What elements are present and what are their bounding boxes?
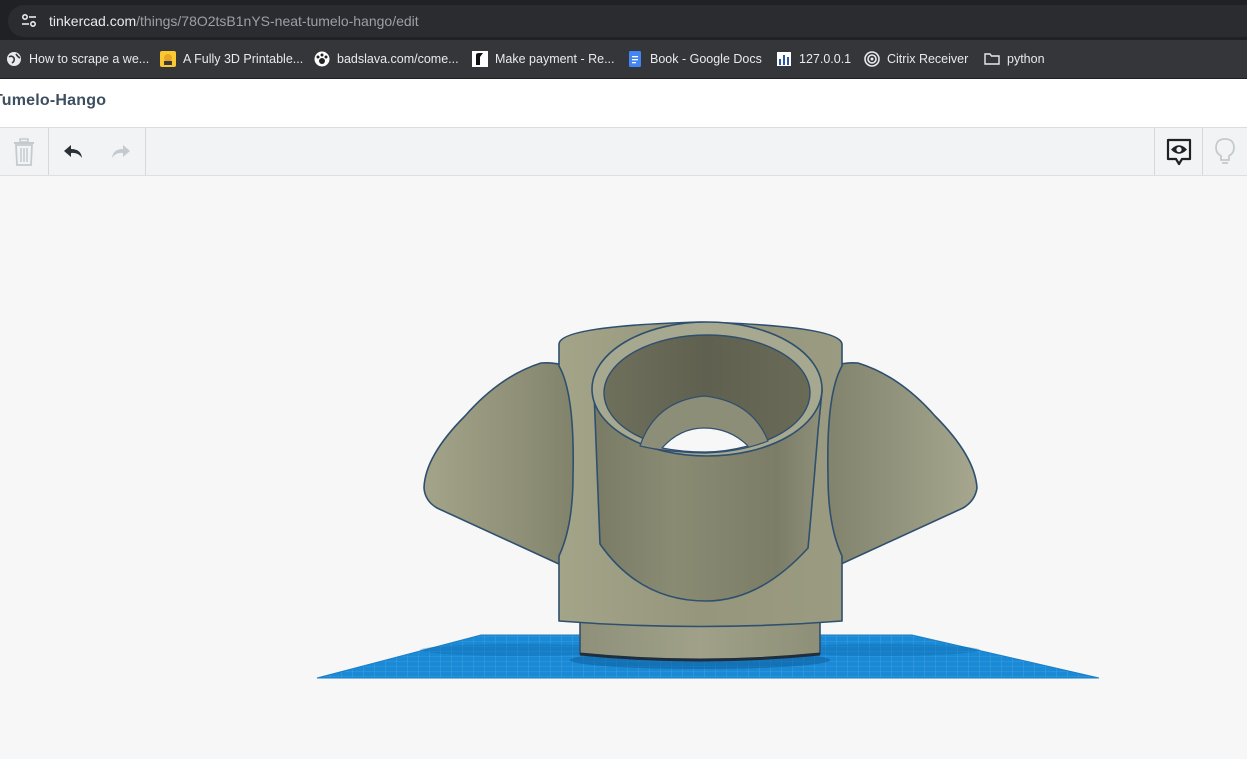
url-host: tinkercad.com — [49, 13, 137, 29]
bookmark-item[interactable]: badslava.com/come... — [314, 48, 459, 70]
bookmark-label: python — [1007, 52, 1045, 66]
receipt-icon — [472, 51, 488, 67]
google-docs-icon — [629, 51, 641, 67]
eye-speech-icon — [1166, 138, 1191, 165]
bookmark-item[interactable]: A Fully 3D Printable... — [160, 48, 303, 70]
globe-icon — [7, 52, 21, 66]
bookmark-item[interactable]: Citrix Receiver — [864, 48, 968, 70]
design-title[interactable]: Tumelo-Hango — [0, 92, 106, 110]
bookmark-label: A Fully 3D Printable... — [183, 52, 304, 66]
redo-icon — [112, 144, 130, 158]
browser-address-bar: tinkercad.com/things/78O2tsB1nYS-neat-tu… — [0, 0, 1247, 40]
paw-icon — [314, 51, 330, 67]
instructables-icon — [160, 51, 176, 67]
bookmark-item[interactable]: How to scrape a we... — [6, 48, 149, 70]
url-field[interactable]: tinkercad.com/things/78O2tsB1nYS-neat-tu… — [8, 5, 1247, 37]
url-text[interactable]: tinkercad.com/things/78O2tsB1nYS-neat-tu… — [49, 13, 419, 29]
bookmark-label: How to scrape a we... — [29, 52, 150, 66]
view-button[interactable] — [1155, 128, 1202, 175]
bar-chart-icon — [777, 52, 791, 66]
viewport-scene[interactable] — [0, 176, 1247, 754]
redo-button[interactable] — [97, 128, 145, 175]
bookmark-label: badslava.com/come... — [337, 52, 459, 66]
trash-icon — [14, 137, 34, 166]
editor-toolbar — [0, 128, 1247, 176]
bookmark-item[interactable]: Make payment - Re... — [472, 48, 615, 70]
3d-model[interactable] — [423, 321, 978, 662]
bookmark-item[interactable]: Book - Google Docs — [627, 48, 762, 70]
bookmark-label: 127.0.0.1 — [799, 52, 852, 66]
bookmark-item[interactable]: python — [984, 48, 1045, 70]
bookmark-item[interactable]: 127.0.0.1 — [776, 48, 851, 70]
design-header: Tumelo-Hango — [0, 79, 1247, 128]
undo-button[interactable] — [49, 128, 97, 175]
delete-button[interactable] — [0, 128, 48, 175]
lightbulb-icon — [1215, 137, 1235, 164]
bookmark-label: Citrix Receiver — [887, 52, 969, 66]
3d-viewport[interactable] — [0, 176, 1247, 754]
tune-icon[interactable] — [20, 12, 38, 30]
toolbar-divider — [145, 128, 146, 175]
folder-icon — [984, 53, 1000, 65]
bookmark-label: Make payment - Re... — [495, 52, 615, 66]
undo-icon — [64, 144, 82, 158]
url-path: /things/78O2tsB1nYS-neat-tumelo-hango/ed… — [136, 13, 419, 29]
hint-button[interactable] — [1203, 128, 1247, 175]
bookmarks-bar: How to scrape a we... A Fully 3D Printab… — [0, 40, 1247, 79]
bookmark-label: Book - Google Docs — [650, 52, 762, 66]
citrix-icon — [864, 51, 880, 67]
